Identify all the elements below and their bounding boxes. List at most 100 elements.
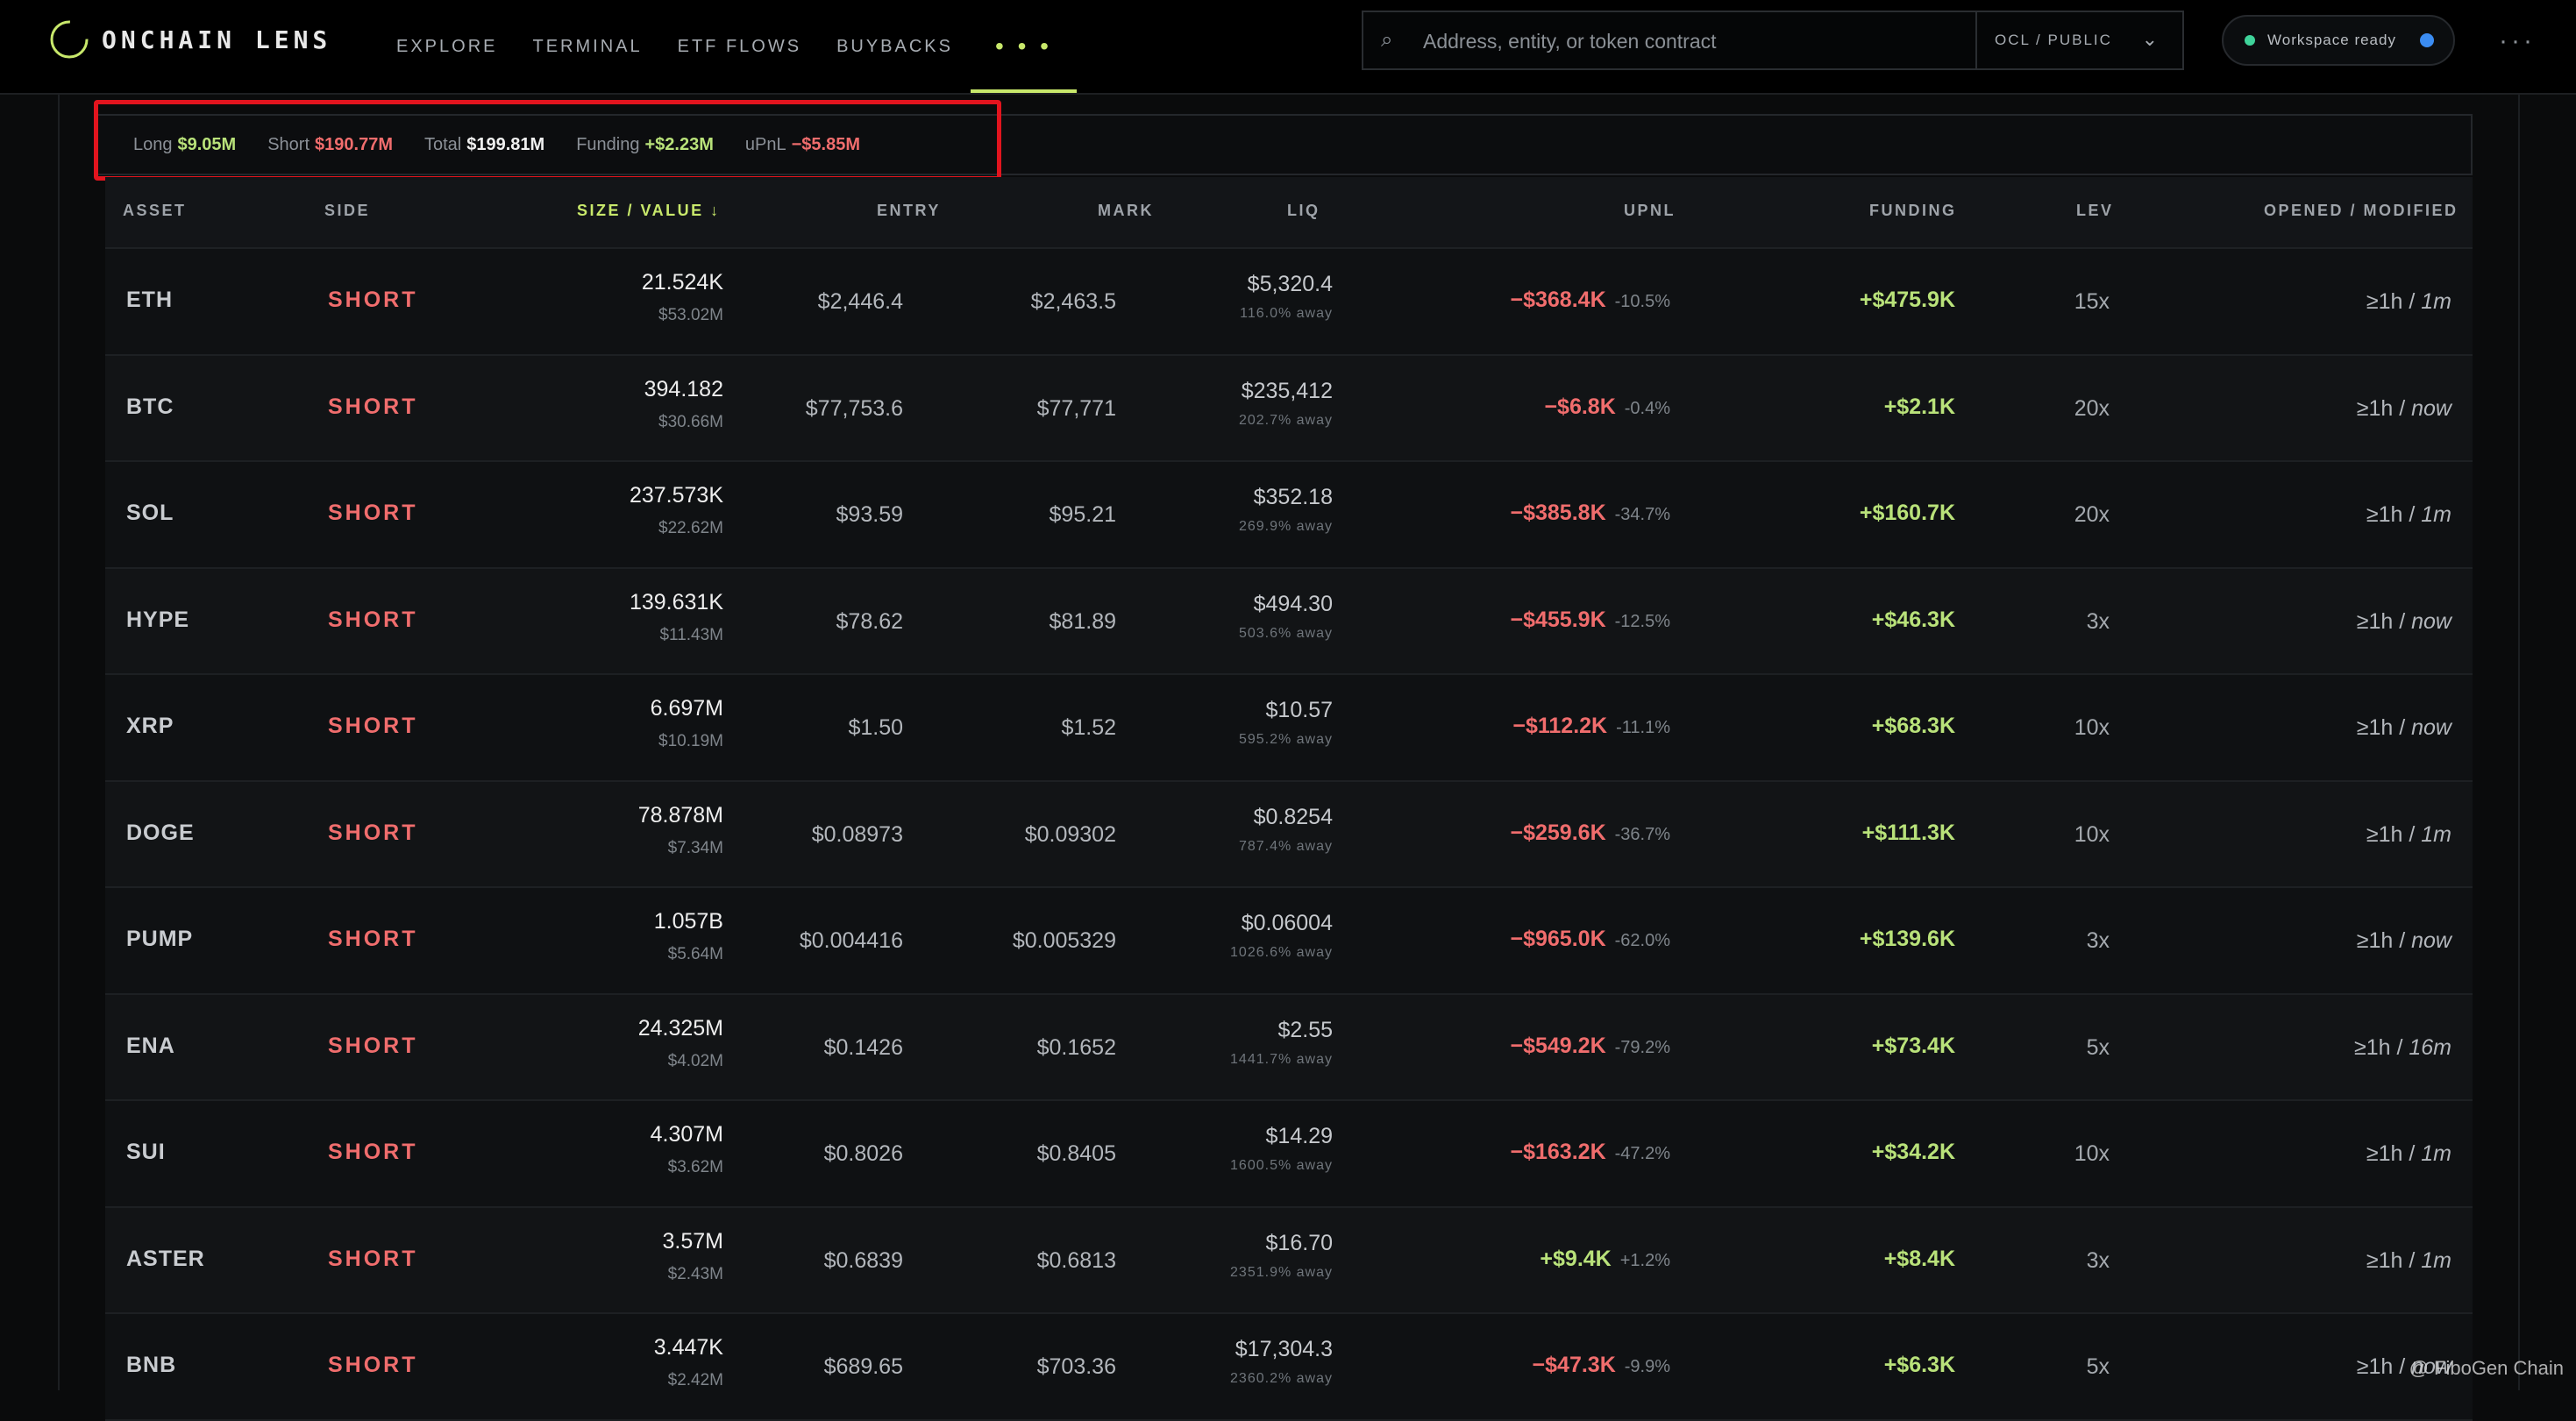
header-funding[interactable]: FUNDING — [1869, 202, 1957, 220]
table-row[interactable]: HYPE SHORT 139.631K $11.43M $78.62 $81.89 $494… — [105, 568, 2473, 675]
upnl-percent: +1.2% — [1619, 1250, 1670, 1270]
opened-modified: ≥1h / 1m — [2366, 1248, 2451, 1274]
size-value-cell: 139.631K $11.43M — [630, 590, 723, 645]
upnl-percent: -11.1% — [1616, 718, 1670, 737]
side-badge: SHORT — [328, 1033, 418, 1058]
mark-price: $95.21 — [1049, 502, 1116, 527]
upnl-value: −$112.2K — [1512, 714, 1608, 738]
funding-value: +$160.7K — [1859, 501, 1955, 525]
workspace-status-pill[interactable]: Workspace ready — [2222, 15, 2455, 66]
asset-symbol[interactable]: XRP — [126, 714, 174, 739]
liq-distance: 1026.6% away — [1230, 945, 1333, 960]
scope-select[interactable]: OCL / PUBLIC ⌄ — [1975, 12, 2182, 68]
modified-time: 16m — [2409, 1034, 2451, 1060]
liq-price: $14.29 — [1265, 1124, 1333, 1148]
status-dot-icon — [2245, 35, 2255, 46]
opened-time: ≥1h / — [2356, 715, 2412, 740]
header-size-value[interactable]: SIZE / VALUE ↓ — [577, 202, 721, 220]
liq-distance: 595.2% away — [1238, 732, 1333, 747]
more-menu-icon[interactable]: ··· — [2499, 26, 2536, 56]
liq-distance: 2351.9% away — [1230, 1264, 1333, 1280]
upnl-percent: -36.7% — [1614, 824, 1670, 844]
table-row[interactable]: SOL SHORT 237.573K $22.62M $93.59 $95.21 $352.… — [105, 462, 2473, 569]
size-value-cell: 24.325M $4.02M — [638, 1016, 723, 1071]
asset-symbol[interactable]: ASTER — [126, 1247, 205, 1272]
opened-modified: ≥1h / now — [2357, 928, 2451, 954]
asset-symbol[interactable]: DOGE — [126, 821, 195, 846]
upnl-percent: -10.5% — [1614, 292, 1670, 311]
position-size: 78.878M — [637, 802, 723, 828]
opened-time: ≥1h / — [2356, 928, 2412, 953]
asset-symbol[interactable]: ENA — [126, 1034, 175, 1059]
search-input[interactable] — [1421, 12, 1933, 70]
header-liq[interactable]: LIQ — [1287, 202, 1320, 220]
nav-terminal[interactable]: TERMINAL — [515, 0, 659, 93]
liq-price: $0.8254 — [1253, 804, 1333, 829]
header-asset[interactable]: ASSET — [123, 202, 187, 220]
liq-cell: $17,304.3 2360.2% away — [1230, 1337, 1333, 1387]
table-row[interactable]: ASTER SHORT 3.57M $2.43M $0.6839 $0.6813 $16.7… — [105, 1207, 2473, 1314]
header-mark[interactable]: MARK — [1098, 202, 1154, 220]
upnl-value: −$6.8K — [1544, 394, 1616, 419]
liq-distance: 116.0% away — [1240, 306, 1333, 321]
size-value-cell: 1.057B $5.64M — [654, 909, 723, 964]
table-row[interactable]: XRP SHORT 6.697M $10.19M $1.50 $1.52 $10.57 595… — [105, 675, 2473, 782]
liq-cell: $235,412 202.7% away — [1239, 379, 1333, 429]
funding-value: +$73.4K — [1871, 1033, 1955, 1058]
size-value-cell: 3.447K $2.42M — [654, 1335, 723, 1390]
table-row[interactable]: SUI SHORT 4.307M $3.62M $0.8026 $0.8405 $14.29… — [105, 1101, 2473, 1208]
upnl-percent: -0.4% — [1624, 398, 1670, 418]
top-navigation-bar: ONCHAIN LENS EXPLORE TERMINAL ETF FLOWS … — [0, 0, 2576, 95]
header-opened-modified[interactable]: OPENED / MODIFIED — [2264, 202, 2459, 220]
position-size: 4.307M — [650, 1122, 723, 1147]
header-side[interactable]: SIDE — [324, 202, 370, 220]
upnl-value: −$368.4K — [1510, 288, 1606, 312]
logo-text: ONCHAIN LENS — [102, 25, 332, 54]
position-size: 139.631K — [629, 589, 723, 615]
asset-symbol[interactable]: BTC — [126, 394, 174, 420]
leverage: 20x — [2074, 502, 2110, 527]
liq-cell: $494.30 503.6% away — [1239, 592, 1333, 642]
table-row[interactable]: BTC SHORT 394.182 $30.66M $77,753.6 $77,771 $2… — [105, 355, 2473, 462]
modified-time: now — [2411, 928, 2451, 953]
asset-symbol[interactable]: SOL — [126, 501, 174, 526]
nav-buybacks[interactable]: BUYBACKS — [819, 0, 971, 93]
asset-symbol[interactable]: ETH — [126, 288, 173, 313]
header-lev[interactable]: LEV — [2076, 202, 2114, 220]
table-row[interactable]: DOGE SHORT 78.878M $7.34M $0.08973 $0.09302 $0… — [105, 781, 2473, 888]
asset-symbol[interactable]: BNB — [126, 1353, 176, 1378]
table-row[interactable]: ENA SHORT 24.325M $4.02M $0.1426 $0.1652 $2.55… — [105, 994, 2473, 1101]
position-value: $4.02M — [667, 1051, 723, 1070]
modified-time: 1m — [2421, 502, 2451, 527]
entry-price: $0.08973 — [811, 821, 903, 847]
entry-price: $2,446.4 — [817, 289, 903, 314]
search-icon: ⌕ — [1381, 28, 1393, 52]
logo-icon — [50, 20, 89, 59]
leverage: 10x — [2074, 1141, 2110, 1166]
liq-cell: $0.8254 787.4% away — [1239, 805, 1333, 855]
upnl-cell: −$163.2K -47.2% — [1511, 1140, 1671, 1165]
nav-etf-flows[interactable]: ETF FLOWS — [660, 0, 819, 93]
asset-symbol[interactable]: HYPE — [126, 607, 189, 633]
modified-time: 1m — [2421, 289, 2451, 314]
position-size: 237.573K — [629, 483, 723, 508]
table-row[interactable]: BNB SHORT 3.447K $2.42M $689.65 $703.36 $17,30… — [105, 1314, 2473, 1421]
funding-value: +$68.3K — [1871, 714, 1955, 738]
upnl-value: −$455.9K — [1510, 607, 1606, 632]
modified-time: now — [2411, 395, 2451, 421]
nav-more-button[interactable]: • • • — [971, 0, 1077, 93]
mark-price: $0.09302 — [1024, 821, 1116, 847]
logo[interactable]: ONCHAIN LENS — [49, 19, 331, 60]
table-row[interactable]: ETH SHORT 21.524K $53.02M $2,446.4 $2,463.5 $5… — [105, 249, 2473, 356]
mark-price: $1.52 — [1061, 715, 1116, 740]
header-entry[interactable]: ENTRY — [877, 202, 941, 220]
header-upnl[interactable]: UPNL — [1624, 202, 1676, 220]
opened-modified: ≥1h / now — [2357, 609, 2451, 635]
leverage: 10x — [2074, 821, 2110, 847]
asset-symbol[interactable]: PUMP — [126, 927, 193, 952]
position-value: $3.62M — [667, 1158, 723, 1176]
asset-symbol[interactable]: SUI — [126, 1140, 166, 1165]
position-value: $7.34M — [667, 838, 723, 857]
table-row[interactable]: PUMP SHORT 1.057B $5.64M $0.004416 $0.005329 $… — [105, 888, 2473, 995]
nav-explore[interactable]: EXPLORE — [379, 0, 515, 93]
